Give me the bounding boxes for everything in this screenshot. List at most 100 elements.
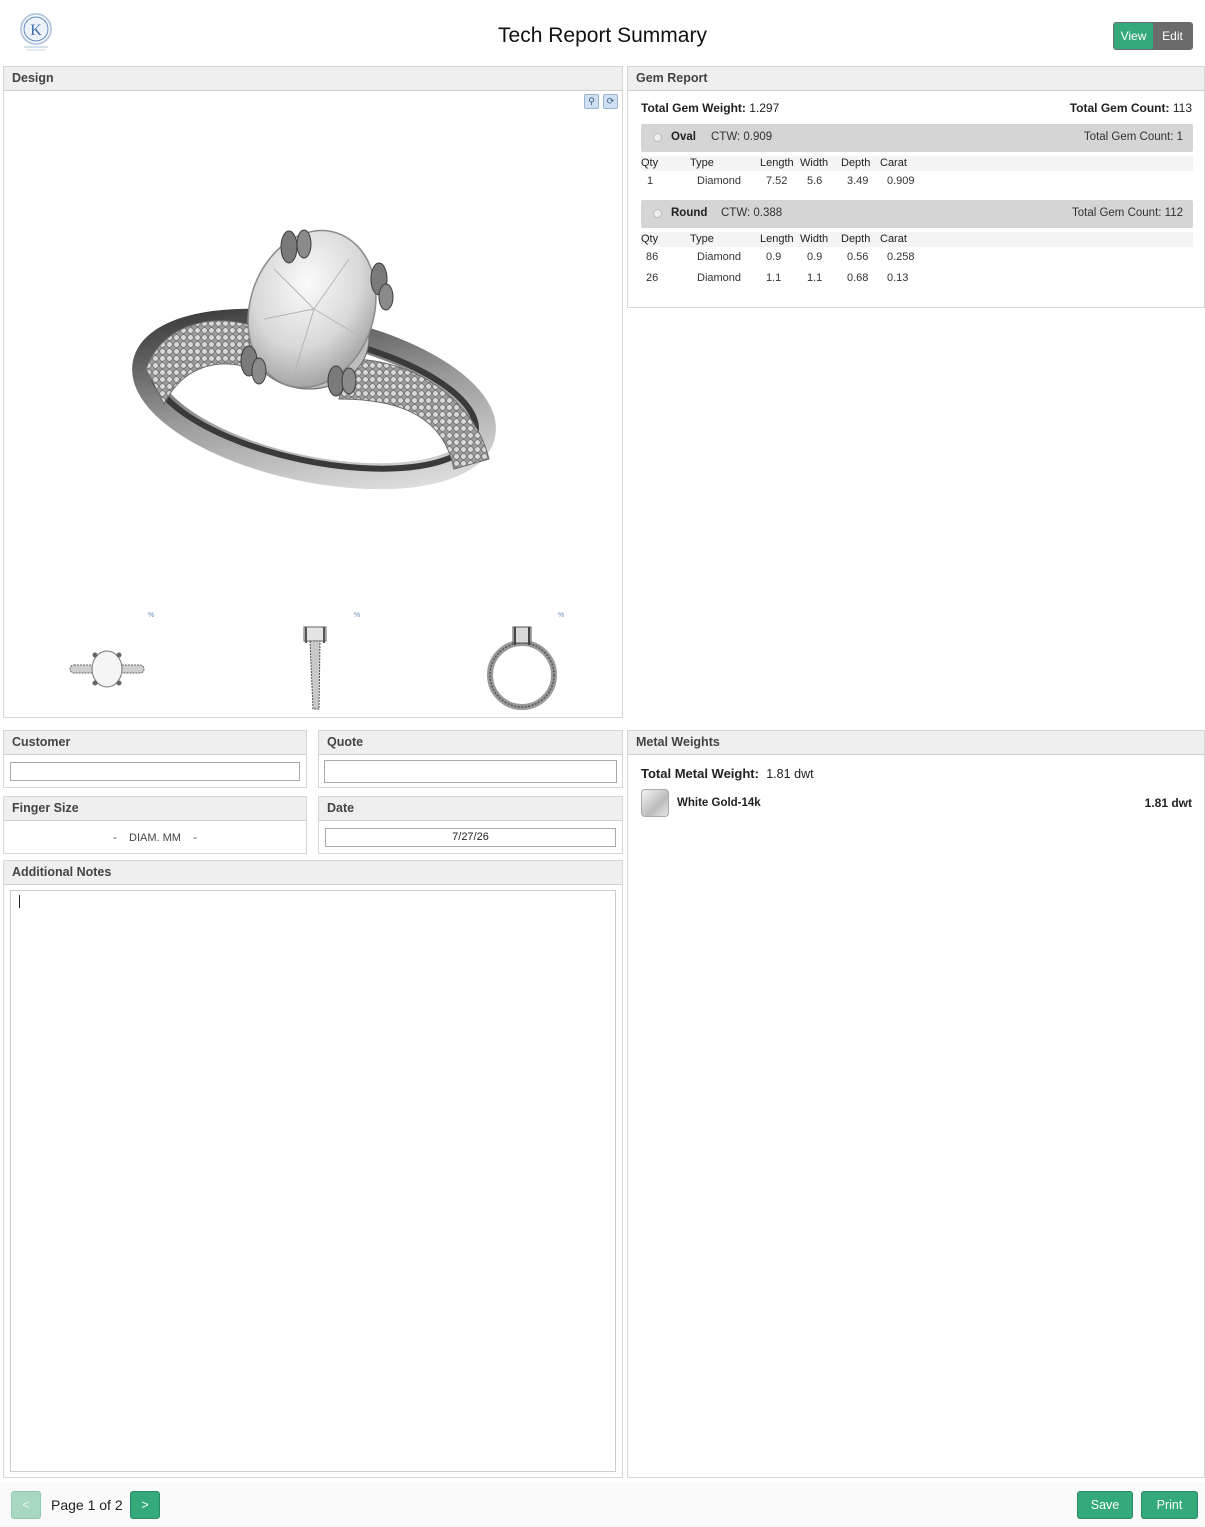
quote-panel: Quote: [318, 730, 623, 788]
total-gem-weight: Total Gem Weight: 1.297: [641, 101, 779, 115]
thumbnail-side-view[interactable]: %: [286, 612, 360, 719]
next-page-button[interactable]: >: [130, 1491, 160, 1519]
cell-carat: 0.258: [887, 251, 915, 263]
gem-group-count: Total Gem Count: 1: [1083, 131, 1183, 143]
cell-type: Diamond: [697, 175, 742, 187]
total-gem-count-label: Total Gem Count:: [1069, 101, 1170, 115]
gem-report-title: Gem Report: [628, 67, 1204, 91]
cell-depth: 3.49: [847, 175, 869, 187]
page-indicator: Page 1 of 2: [51, 1497, 123, 1513]
thumbnail-front-view[interactable]: %: [482, 612, 564, 719]
cell-depth: 0.68: [847, 272, 869, 284]
metal-name: White Gold-14k: [677, 797, 761, 809]
gem-table-row: 1 Diamond 7.52 5.6 3.49 0.909: [641, 174, 1193, 192]
cell-length: 0.9: [766, 251, 782, 263]
cell-type: Diamond: [697, 272, 742, 284]
thumbnail-top-view[interactable]: %: [66, 612, 154, 714]
gem-ctw: CTW: 0.388: [721, 207, 783, 219]
metal-swatch-icon: [641, 789, 669, 817]
prev-page-button[interactable]: <: [11, 1491, 41, 1519]
gem-group-round[interactable]: Round CTW: 0.388 Total Gem Count: 112: [641, 200, 1193, 228]
notes-title: Additional Notes: [4, 861, 622, 885]
total-gem-weight-value: 1.297: [749, 101, 780, 115]
date-title: Date: [319, 797, 622, 821]
total-metal-weight-label: Total Metal Weight:: [641, 766, 759, 781]
cell-width: 0.9: [807, 251, 823, 263]
cell-carat: 0.13: [887, 272, 909, 284]
total-metal-weight-value: 1.81: [766, 767, 791, 781]
gem-shape-icon: [653, 209, 662, 218]
view-edit-toggle[interactable]: View Edit: [1113, 22, 1193, 50]
col-qty: Qty: [641, 233, 659, 245]
cell-length: 1.1: [766, 272, 782, 284]
footer-bar: [0, 1482, 1205, 1527]
thumb-tag: %: [354, 612, 361, 619]
gem-shape-name: Round: [671, 207, 708, 219]
page-title: Tech Report Summary: [498, 24, 707, 47]
cell-carat: 0.909: [887, 175, 915, 187]
view-toggle-button[interactable]: View: [1114, 23, 1153, 49]
walk-view-icon[interactable]: ⚲: [584, 94, 599, 109]
design-tools: ⚲ ⟳: [584, 94, 618, 109]
gem-group-count: Total Gem Count: 112: [1071, 207, 1183, 219]
finger-size-unit: DIAM. MM: [129, 832, 181, 844]
cell-length: 7.52: [766, 175, 788, 187]
metal-weights-panel: Metal Weights Total Metal Weight: 1.81 d…: [627, 730, 1205, 1478]
text-caret: [19, 895, 20, 908]
cell-type: Diamond: [697, 251, 742, 263]
cell-qty: 1: [647, 175, 654, 187]
date-panel: Date 7/27/26: [318, 796, 623, 854]
ring-render-main[interactable]: [124, 159, 514, 489]
thumb-tag: %: [148, 612, 155, 619]
cell-width: 1.1: [807, 272, 823, 284]
gem-shape-name: Oval: [671, 131, 696, 143]
cell-depth: 0.56: [847, 251, 869, 263]
col-depth: Depth: [841, 233, 871, 245]
design-panel-title: Design: [4, 67, 622, 91]
customer-panel: Customer: [3, 730, 307, 788]
rotate-view-icon[interactable]: ⟳: [603, 94, 618, 109]
finger-size-title: Finger Size: [4, 797, 306, 821]
gem-group-oval[interactable]: Oval CTW: 0.909 Total Gem Count: 1: [641, 124, 1193, 152]
ring-front-view-image: [487, 626, 557, 710]
col-length: Length: [760, 157, 794, 169]
col-carat: Carat: [880, 157, 907, 169]
col-length: Length: [760, 233, 794, 245]
total-metal-weight-unit: dwt: [794, 767, 814, 781]
cell-width: 5.6: [807, 175, 823, 187]
save-button[interactable]: Save: [1077, 1491, 1133, 1519]
design-panel: Design ⚲ ⟳ % % %: [3, 66, 623, 718]
total-gem-count: Total Gem Count: 113: [1070, 101, 1192, 115]
gem-table-header: Qty Type Length Width Depth Carat: [641, 156, 1193, 171]
col-type: Type: [690, 233, 714, 245]
finger-size-mm: -: [193, 832, 197, 844]
ring-top-view-image: [69, 650, 145, 688]
customer-input[interactable]: [10, 762, 300, 781]
finger-size-us: -: [113, 832, 117, 844]
thumb-tag: %: [558, 612, 565, 619]
metal-weights-title: Metal Weights: [628, 731, 1204, 755]
edit-toggle-button[interactable]: Edit: [1153, 23, 1192, 49]
gem-table-header: Qty Type Length Width Depth Carat: [641, 232, 1193, 247]
date-input[interactable]: 7/27/26: [325, 828, 616, 847]
quote-input[interactable]: [324, 760, 617, 783]
gem-table-row: 86 Diamond 0.9 0.9 0.56 0.258: [641, 250, 1193, 268]
customer-title: Customer: [4, 731, 306, 755]
gem-report-panel: Gem Report Total Gem Weight: 1.297 Total…: [627, 66, 1205, 308]
total-gem-count-value: 113: [1172, 101, 1192, 115]
col-width: Width: [800, 233, 829, 245]
gem-shape-icon: [653, 133, 662, 142]
finger-size-panel: Finger Size - DIAM. MM -: [3, 796, 307, 854]
cell-qty: 26: [646, 272, 659, 284]
metal-weight-value: 1.81 dwt: [1144, 796, 1192, 810]
quote-title: Quote: [319, 731, 622, 755]
col-type: Type: [690, 157, 714, 169]
col-depth: Depth: [841, 157, 871, 169]
notes-textarea[interactable]: [10, 890, 616, 1472]
gem-table-row: 26 Diamond 1.1 1.1 0.68 0.13: [641, 271, 1193, 289]
total-metal-weight: Total Metal Weight: 1.81 dwt: [641, 766, 814, 781]
print-button[interactable]: Print: [1141, 1491, 1198, 1519]
total-gem-weight-label: Total Gem Weight:: [641, 101, 746, 115]
cell-qty: 86: [646, 251, 659, 263]
finger-size-value[interactable]: - DIAM. MM -: [4, 832, 306, 844]
